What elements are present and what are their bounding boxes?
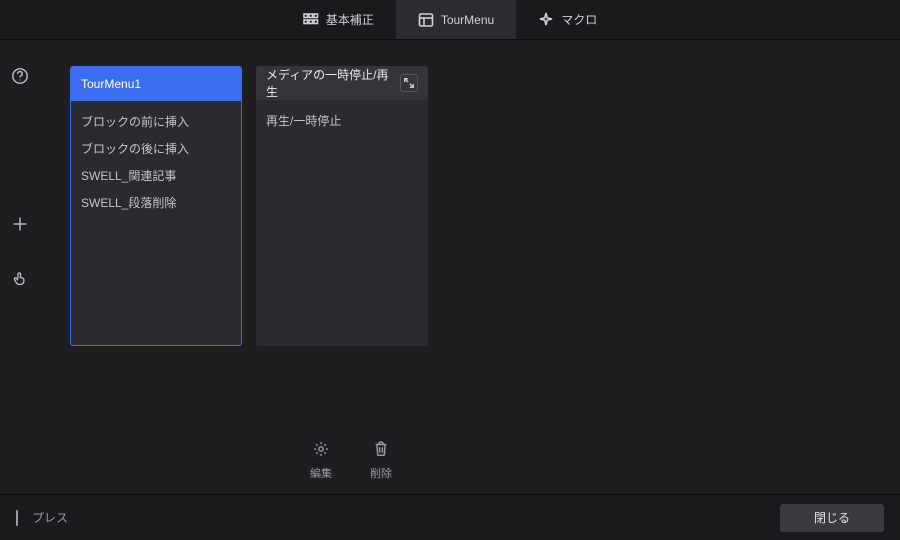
gesture-button[interactable] bbox=[6, 264, 34, 292]
panel-title: TourMenu1 bbox=[81, 77, 141, 91]
close-button[interactable]: 閉じる bbox=[780, 504, 884, 532]
action-label: 編集 bbox=[310, 465, 332, 481]
tab-macro[interactable]: マクロ bbox=[516, 0, 619, 39]
footer-hint: プレス bbox=[32, 509, 68, 526]
action-label: 削除 bbox=[370, 465, 392, 481]
list-item[interactable]: SWELL_関連記事 bbox=[81, 167, 231, 184]
panel-header[interactable]: TourMenu1 bbox=[71, 67, 241, 101]
layout-icon bbox=[418, 12, 434, 28]
panels-row: TourMenu1 ブロックの前に挿入 ブロックの後に挿入 SWELL_関連記事… bbox=[40, 40, 900, 356]
add-button[interactable] bbox=[6, 210, 34, 238]
list-item[interactable]: SWELL_段落削除 bbox=[81, 194, 231, 211]
tab-label: マクロ bbox=[561, 11, 597, 28]
expand-icon[interactable] bbox=[400, 74, 418, 92]
panel-header[interactable]: メディアの一時停止/再生 bbox=[256, 66, 428, 100]
panel-body: 再生/一時停止 bbox=[256, 100, 428, 346]
sparkle-icon bbox=[538, 12, 554, 28]
main-area: TourMenu1 ブロックの前に挿入 ブロックの後に挿入 SWELL_関連記事… bbox=[0, 40, 900, 494]
list-item[interactable]: 再生/一時停止 bbox=[266, 112, 418, 129]
panel-body: ブロックの前に挿入 ブロックの後に挿入 SWELL_関連記事 SWELL_段落削… bbox=[71, 101, 241, 345]
mouse-icon bbox=[16, 511, 18, 525]
list-item[interactable]: ブロックの前に挿入 bbox=[81, 113, 231, 130]
top-tab-bar: 基本補正 TourMenu マクロ bbox=[0, 0, 900, 40]
trash-icon bbox=[372, 440, 390, 461]
gear-icon bbox=[312, 440, 330, 461]
grid-icon bbox=[303, 12, 319, 28]
panel-actions: 編集 削除 bbox=[310, 440, 392, 481]
footer-bar: プレス 閉じる bbox=[0, 494, 900, 540]
panel-media-pause-play[interactable]: メディアの一時停止/再生 再生/一時停止 bbox=[256, 66, 428, 346]
tab-tourmenu[interactable]: TourMenu bbox=[396, 0, 516, 39]
edit-button[interactable]: 編集 bbox=[310, 440, 332, 481]
tab-label: TourMenu bbox=[441, 13, 494, 27]
panel-tourmenu1[interactable]: TourMenu1 ブロックの前に挿入 ブロックの後に挿入 SWELL_関連記事… bbox=[70, 66, 242, 346]
list-item[interactable]: ブロックの後に挿入 bbox=[81, 140, 231, 157]
help-button[interactable] bbox=[6, 62, 34, 90]
panel-title: メディアの一時停止/再生 bbox=[266, 66, 400, 100]
tab-basic-correction[interactable]: 基本補正 bbox=[281, 0, 396, 39]
tab-label: 基本補正 bbox=[326, 11, 374, 28]
left-sidebar bbox=[0, 40, 40, 494]
delete-button[interactable]: 削除 bbox=[370, 440, 392, 481]
